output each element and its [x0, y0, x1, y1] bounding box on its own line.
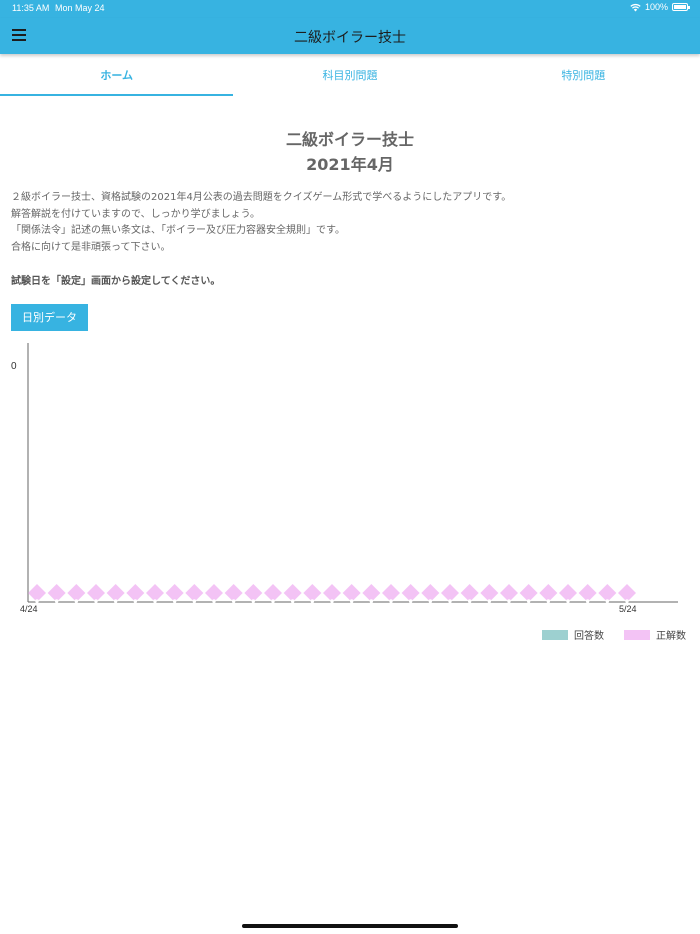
status-bar: 11:35 AM Mon May 24 100%	[0, 0, 700, 18]
description-line: 「関係法令」記述の無い条文は、「ボイラー及び圧力容器安全規則」です。	[11, 225, 345, 236]
app-bar: 二級ボイラー技士	[0, 18, 700, 54]
answers-marker	[35, 599, 39, 603]
answers-marker	[625, 599, 629, 603]
answers-marker	[507, 599, 511, 603]
tab-subject-questions[interactable]: 科目別問題	[233, 56, 466, 96]
y-tick-label: 0	[11, 361, 17, 372]
answers-marker	[526, 599, 531, 603]
battery-icon	[672, 3, 690, 11]
answers-marker	[605, 599, 610, 603]
description-line: ２級ボイラー技士、資格試験の2021年4月公表の過去問題をクイズゲーム形式で学べ…	[11, 192, 512, 203]
answers-marker	[546, 599, 551, 603]
answers-marker	[349, 599, 354, 603]
app-title: 二級ボイラー技士	[294, 30, 406, 46]
page-subtitle: 2021年4月	[306, 155, 394, 174]
answers-marker	[212, 599, 216, 603]
description-line: 解答解説を付けていますので、しっかり学びましょう。	[11, 208, 260, 220]
status-right: 100%	[630, 2, 690, 12]
answers-marker	[290, 599, 295, 603]
answers-marker	[330, 599, 334, 603]
x-tick-label-end: 5/24	[619, 604, 637, 614]
legend-swatch-answers	[542, 629, 568, 640]
answers-marker	[172, 599, 177, 603]
answers-marker	[231, 599, 236, 603]
answers-marker	[74, 599, 79, 603]
status-date: Mon May 24	[55, 3, 105, 13]
home-indicator	[242, 924, 458, 928]
answers-marker	[467, 599, 472, 603]
answers-marker	[54, 599, 59, 603]
legend-answers: 回答数	[542, 627, 604, 642]
daily-chart: 0 4/24 5/24	[11, 343, 678, 614]
answers-marker	[408, 599, 413, 603]
tab-special-questions[interactable]: 特別問題	[467, 56, 700, 96]
answers-marker	[566, 599, 570, 603]
answers-marker	[448, 599, 452, 603]
daily-data-button[interactable]: 日別データ	[11, 304, 88, 331]
answers-marker	[133, 599, 138, 603]
legend-swatch-correct	[624, 629, 650, 640]
battery-percent: 100%	[644, 2, 668, 12]
answers-marker	[153, 599, 157, 603]
answers-marker	[585, 599, 590, 603]
answers-marker	[428, 599, 433, 603]
legend-label-answers: 回答数	[574, 631, 604, 642]
answers-marker	[192, 599, 197, 603]
answers-marker	[271, 599, 275, 603]
answers-marker	[310, 599, 315, 603]
x-tick-label-start: 4/24	[20, 604, 38, 614]
tab-bar: ホーム 科目別問題 特別問題	[0, 56, 700, 96]
legend-correct: 正解数	[624, 627, 686, 642]
description-line: 合格に向けて是非頑張って下さい。	[11, 241, 171, 253]
answers-marker	[94, 599, 98, 603]
wifi-icon	[630, 3, 641, 11]
answers-marker	[251, 599, 256, 603]
answers-marker	[113, 599, 118, 603]
legend-label-correct: 正解数	[656, 631, 686, 642]
answers-marker	[369, 599, 374, 603]
status-time: 11:35 AM	[12, 3, 50, 13]
answers-marker	[487, 599, 492, 603]
page-title: 二級ボイラー技士	[285, 130, 414, 149]
answers-marker	[389, 599, 393, 603]
description: ２級ボイラー技士、資格試験の2021年4月公表の過去問題をクイズゲーム形式で学べ…	[11, 190, 511, 256]
exam-date-notice: 試験日を「設定」画面から設定してください。	[11, 276, 221, 287]
tab-home[interactable]: ホーム	[0, 56, 234, 96]
